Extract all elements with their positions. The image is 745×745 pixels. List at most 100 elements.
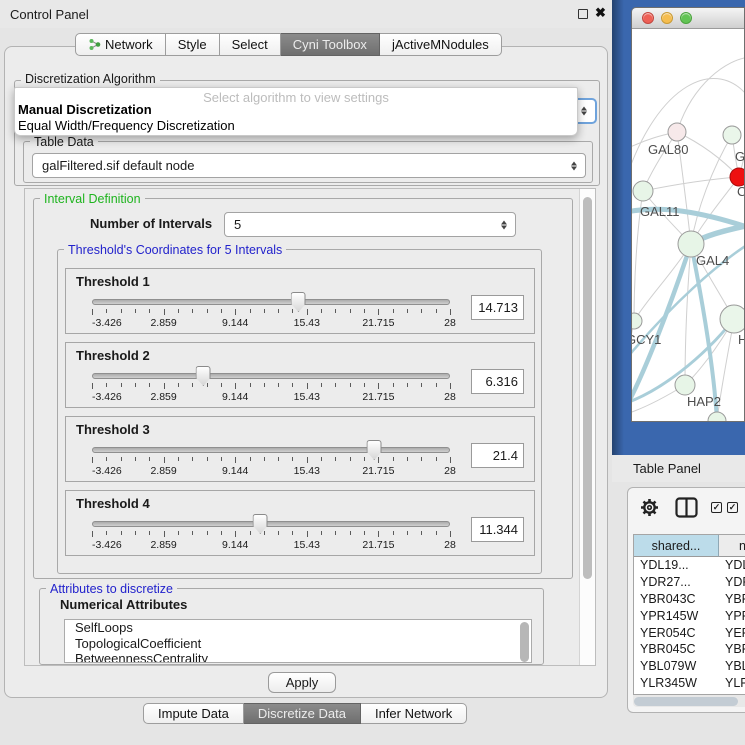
tick-label: 15.43 [294, 317, 320, 329]
numerical-attributes-label: Numerical Attributes [60, 597, 187, 612]
threshold-value-field[interactable]: 14.713 [471, 295, 524, 320]
list-scrollbar[interactable] [520, 622, 529, 662]
node-label: H [738, 332, 745, 347]
tab-jactivemnodules[interactable]: jActiveMNodules [380, 33, 502, 56]
network-node[interactable] [668, 123, 686, 141]
network-node[interactable] [632, 313, 642, 329]
network-canvas[interactable]: GAL80GCGAL11GAL4GCY1HHAP2 [632, 29, 744, 421]
mac-minimize-icon[interactable] [661, 12, 673, 24]
numerical-attributes-list: SelfLoops TopologicalCoefficient Between… [64, 619, 532, 663]
table-row[interactable]: YPR145WYPR1 [634, 608, 745, 625]
network-node[interactable] [708, 412, 726, 422]
tab-infer-network[interactable]: Infer Network [361, 703, 467, 724]
scrollbar-thumb[interactable] [634, 697, 738, 706]
cell-name: YDL1 [725, 557, 745, 574]
network-node[interactable] [720, 305, 745, 333]
gear-icon[interactable] [640, 498, 659, 517]
threshold-panel: Threshold 2-3.4262.8599.14415.4321.71528… [65, 342, 535, 408]
tab-impute-data[interactable]: Impute Data [143, 703, 244, 724]
tab-network[interactable]: Network [75, 33, 166, 56]
control-panel-titlebar: Control Panel ✖ [0, 0, 612, 28]
combo-value: 5 [234, 217, 241, 232]
close-icon[interactable]: ✖ [595, 5, 606, 21]
table-row[interactable]: YDL19... YDL1 [634, 557, 745, 574]
list-item[interactable]: SelfLoops [65, 620, 531, 636]
table-row[interactable]: YDR27...YDR2 [634, 574, 745, 591]
number-of-intervals-combobox[interactable]: 5 [224, 212, 516, 237]
group-label: Attributes to discretize [46, 582, 177, 596]
threshold-value-field[interactable]: 11.344 [471, 517, 524, 542]
combo-stepper-icon [581, 107, 587, 116]
group-label: Threshold's Coordinates for 5 Intervals [64, 243, 286, 257]
vertical-scrollbar[interactable] [579, 189, 595, 665]
list-item[interactable]: BetweennessCentrality [65, 651, 531, 663]
combo-stepper-icon [501, 220, 507, 229]
tick-label: 2.859 [150, 317, 176, 329]
threshold-value-field[interactable]: 21.4 [471, 443, 524, 468]
cell-name: YPR1 [725, 608, 745, 625]
mac-close-icon[interactable] [642, 12, 654, 24]
tab-label: Select [232, 37, 268, 52]
control-panel-tabs: Network Style Select Cyni Toolbox jActiv… [75, 33, 502, 56]
tab-style[interactable]: Style [166, 33, 220, 56]
tab-discretize-data[interactable]: Discretize Data [244, 703, 361, 724]
popup-item-manual-discretization[interactable]: Manual Discretization [18, 102, 152, 117]
popup-item-equal-width-frequency[interactable]: Equal Width/Frequency Discretization [18, 118, 235, 133]
table-row[interactable]: YLR345WYLR3 [634, 675, 745, 692]
threshold-slider[interactable]: -3.4262.8599.14415.4321.71528 [92, 373, 450, 403]
scrollbar-thumb[interactable] [583, 197, 592, 579]
threshold-label: Threshold 3 [76, 422, 150, 437]
table-row[interactable]: YBR045CYBR0 [634, 641, 745, 658]
tick-label: 28 [444, 465, 456, 477]
cyni-mode-tabs: Impute Data Discretize Data Infer Networ… [143, 703, 467, 724]
tick-label: 28 [444, 317, 456, 329]
tab-select[interactable]: Select [220, 33, 281, 56]
tab-label: Style [178, 37, 207, 52]
tick-label: 21.715 [362, 465, 394, 477]
network-node[interactable] [723, 126, 741, 144]
threshold-label: Threshold 1 [76, 274, 150, 289]
tick-label: 9.144 [222, 391, 248, 403]
cell-shared-name: YDL19... [640, 557, 689, 574]
apply-button[interactable]: Apply [268, 672, 336, 693]
table-data-combobox[interactable]: galFiltered.sif default node [32, 153, 586, 178]
checkbox-icon[interactable]: ✓ [727, 502, 738, 513]
mac-zoom-icon[interactable] [680, 12, 692, 24]
column-header-shared-name[interactable]: shared... [634, 535, 719, 557]
network-window-titlebar[interactable] [632, 8, 744, 29]
number-of-intervals-label: Number of Intervals [90, 216, 212, 231]
node-label: G [735, 149, 745, 164]
network-node[interactable] [675, 375, 695, 395]
interval-definition-group: Interval Definition Number of Intervals … [33, 198, 573, 579]
node-label: GAL80 [648, 142, 688, 157]
table-row[interactable]: YER054CYER0 [634, 625, 745, 642]
thresholds-group: Threshold's Coordinates for 5 Intervals … [57, 249, 542, 574]
table-row[interactable]: YBR043CYBR0 [634, 591, 745, 608]
tick-label: 21.715 [362, 539, 394, 551]
checkbox-icon[interactable]: ✓ [711, 502, 722, 513]
threshold-value-field[interactable]: 6.316 [471, 369, 524, 394]
threshold-panel: Threshold 3 -3.4262.8599.14415.4321.71528… [65, 416, 535, 482]
float-window-icon[interactable] [578, 9, 588, 19]
threshold-slider[interactable]: -3.4262.8599.14415.4321.71528 [92, 521, 450, 551]
list-item[interactable]: TopologicalCoefficient [65, 636, 531, 652]
horizontal-scrollbar[interactable] [633, 695, 745, 707]
table-panel: ✓ ✓ shared... n YDL19...YDL1YDR27...YDR2… [627, 487, 745, 713]
column-header-name[interactable]: n [719, 535, 745, 557]
network-icon [88, 38, 101, 51]
threshold-panel: Threshold 1 -3.4262.8599.14415.4321.71528… [65, 268, 535, 334]
network-node[interactable] [633, 181, 653, 201]
tab-cyni-toolbox[interactable]: Cyni Toolbox [281, 33, 380, 56]
table-row[interactable]: YBL079WYBL0 [634, 658, 745, 675]
threshold-slider[interactable]: -3.4262.8599.14415.4321.71528 [92, 299, 450, 329]
cell-shared-name: YDR27... [640, 574, 691, 591]
cell-name: YBL0 [725, 658, 745, 675]
network-desktop-area: GAL80GCGAL11GAL4GCY1HHAP2 [612, 0, 745, 455]
cell-name: YBR0 [725, 591, 745, 608]
tick-label: 2.859 [150, 391, 176, 403]
settings-scrollpane: Interval Definition Number of Intervals … [24, 188, 596, 666]
combo-value: galFiltered.sif default node [42, 158, 194, 173]
split-columns-icon[interactable] [675, 497, 698, 518]
table-row[interactable]: YIL052CYIL0 [634, 692, 745, 694]
threshold-slider[interactable]: -3.4262.8599.14415.4321.71528 [92, 447, 450, 477]
